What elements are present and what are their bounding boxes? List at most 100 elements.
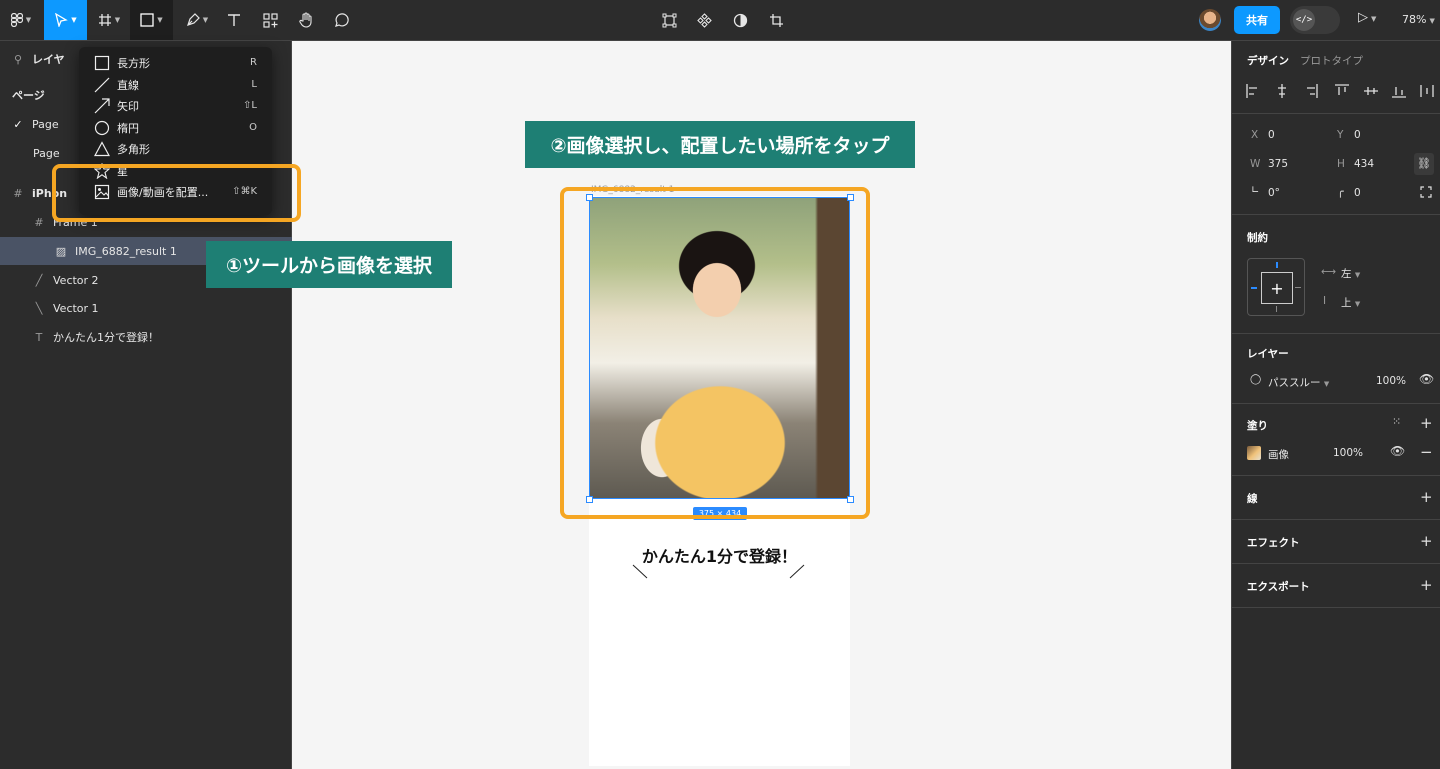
align-left-icon: [1246, 84, 1257, 98]
align-bottom-icon: [1392, 87, 1406, 98]
share-button[interactable]: 共有: [1234, 6, 1280, 34]
fill-opacity-input[interactable]: 100%: [1333, 447, 1363, 459]
divider: [1232, 607, 1440, 608]
vector-icon: ╲: [35, 301, 43, 315]
code-icon: </>: [1293, 9, 1315, 31]
hand-icon: [298, 12, 312, 28]
vector-line-right[interactable]: [789, 564, 807, 580]
image-icon: ▨: [55, 244, 67, 258]
mask-button[interactable]: [727, 0, 753, 40]
comment-tool-button[interactable]: [327, 0, 355, 40]
figma-logo-icon: [10, 13, 23, 27]
cursor-icon: [55, 13, 69, 27]
remove-fill-icon[interactable]: −: [1420, 443, 1433, 461]
h-label: H: [1337, 158, 1345, 170]
constrain-proportions-icon[interactable]: ⛓: [1414, 153, 1434, 175]
width-input[interactable]: 375: [1268, 158, 1288, 170]
divider: [1232, 519, 1440, 520]
vector-icon: ╱: [35, 273, 43, 287]
pen-icon: [186, 13, 200, 26]
frame-icon: #: [13, 186, 23, 200]
shape-tool-button[interactable]: ▼: [130, 0, 173, 40]
fill-title: 塗り: [1247, 420, 1268, 432]
tab-prototype[interactable]: プロトタイプ: [1300, 53, 1363, 68]
blend-mode-icon: ◯: [1250, 374, 1262, 385]
divider: [1232, 113, 1440, 114]
chevron-down-icon: ▼: [1371, 15, 1377, 23]
w-label: W: [1250, 158, 1261, 170]
menu-item-ellipse[interactable]: 楕円 O: [79, 117, 272, 138]
constraint-right[interactable]: [1295, 287, 1301, 288]
frame-text[interactable]: かんたん1分で登録！: [589, 543, 850, 567]
components-icon: [262, 12, 278, 28]
divider: [1232, 403, 1440, 404]
y-input[interactable]: 0: [1354, 129, 1361, 141]
create-component-button[interactable]: [691, 0, 717, 40]
eye-icon[interactable]: 👁: [1390, 444, 1405, 458]
align-top-icon: [1335, 84, 1349, 95]
fill-image-thumbnail[interactable]: [1247, 446, 1261, 460]
align-middle-icon: [1364, 87, 1378, 95]
layer-row[interactable]: T かんたん1分で登録！: [0, 323, 292, 351]
horizontal-constraint-select[interactable]: 左 ▼: [1341, 266, 1360, 281]
style-grid-icon[interactable]: ⁙: [1392, 415, 1401, 428]
layer-opacity-input[interactable]: 100%: [1376, 375, 1406, 387]
divider: [1232, 214, 1440, 215]
zoom-level[interactable]: 78% ▼: [1402, 13, 1435, 26]
chevron-down-icon: ▼: [202, 16, 209, 24]
move-tool-button[interactable]: ▼: [44, 0, 87, 40]
ellipse-icon: [94, 120, 110, 136]
rotation-input[interactable]: 0°: [1268, 187, 1280, 199]
dev-mode-toggle[interactable]: </>: [1290, 6, 1340, 34]
constraints-title: 制約: [1247, 232, 1268, 244]
radius-input[interactable]: 0: [1354, 187, 1361, 199]
add-stroke-icon[interactable]: +: [1420, 488, 1433, 506]
blend-mode-select[interactable]: パススルー ▼: [1268, 375, 1329, 390]
vertical-constraint-select[interactable]: 上 ▼: [1341, 295, 1360, 310]
hand-tool-button[interactable]: [292, 0, 320, 40]
constraints-widget[interactable]: +: [1247, 258, 1305, 316]
align-center-h-icon: [1278, 84, 1286, 98]
eye-icon[interactable]: 👁: [1419, 372, 1434, 386]
pen-tool-button[interactable]: ▼: [176, 0, 218, 40]
corner-radius-icon: ╭: [1337, 185, 1344, 198]
add-effect-icon[interactable]: +: [1420, 532, 1433, 550]
height-input[interactable]: 434: [1354, 158, 1374, 170]
callout-step2: ②画像選択し、配置したい場所をタップ: [525, 121, 915, 168]
present-button[interactable]: ▷ ▼: [1358, 10, 1376, 25]
text-icon: [228, 14, 240, 26]
figma-menu-button[interactable]: ▼: [0, 0, 42, 40]
y-label: Y: [1337, 129, 1344, 141]
independent-corners-icon[interactable]: [1420, 186, 1432, 198]
resources-button[interactable]: [256, 0, 284, 40]
menu-item-line[interactable]: 直線 L: [79, 74, 272, 95]
stroke-title: 線: [1247, 493, 1258, 505]
add-fill-icon[interactable]: +: [1420, 414, 1433, 432]
constraint-left-active[interactable]: [1251, 287, 1257, 289]
add-export-icon[interactable]: +: [1420, 576, 1433, 594]
crop-icon: [769, 13, 783, 27]
crop-button[interactable]: [763, 0, 789, 40]
frame-tool-button[interactable]: ▼: [88, 0, 130, 40]
check-icon: ✓: [13, 117, 23, 131]
highlight-menu-item: [52, 164, 301, 222]
text-tool-button[interactable]: [220, 0, 248, 40]
menu-item-polygon[interactable]: 多角形: [79, 138, 272, 159]
tab-design[interactable]: デザイン: [1247, 53, 1289, 68]
edit-object-button[interactable]: [656, 0, 682, 40]
constraint-top-active[interactable]: [1276, 262, 1278, 268]
plus-icon: +: [1261, 272, 1293, 304]
frame-icon: [98, 14, 111, 26]
comment-icon: [334, 12, 349, 27]
fill-type-label[interactable]: 画像: [1268, 447, 1289, 462]
x-input[interactable]: 0: [1268, 129, 1275, 141]
user-avatar[interactable]: [1199, 9, 1221, 31]
divider: [1232, 563, 1440, 564]
vector-line-left[interactable]: [632, 564, 650, 580]
horizontal-constraint-icon: ⟷: [1321, 266, 1337, 278]
menu-item-rectangle[interactable]: 長方形 R: [79, 52, 272, 73]
menu-item-arrow[interactable]: 矢印 ⇧L: [79, 95, 272, 116]
constraint-bottom[interactable]: [1276, 306, 1277, 312]
chevron-down-icon: ▼: [114, 16, 121, 24]
layer-row[interactable]: ╲ Vector 1: [0, 294, 292, 322]
